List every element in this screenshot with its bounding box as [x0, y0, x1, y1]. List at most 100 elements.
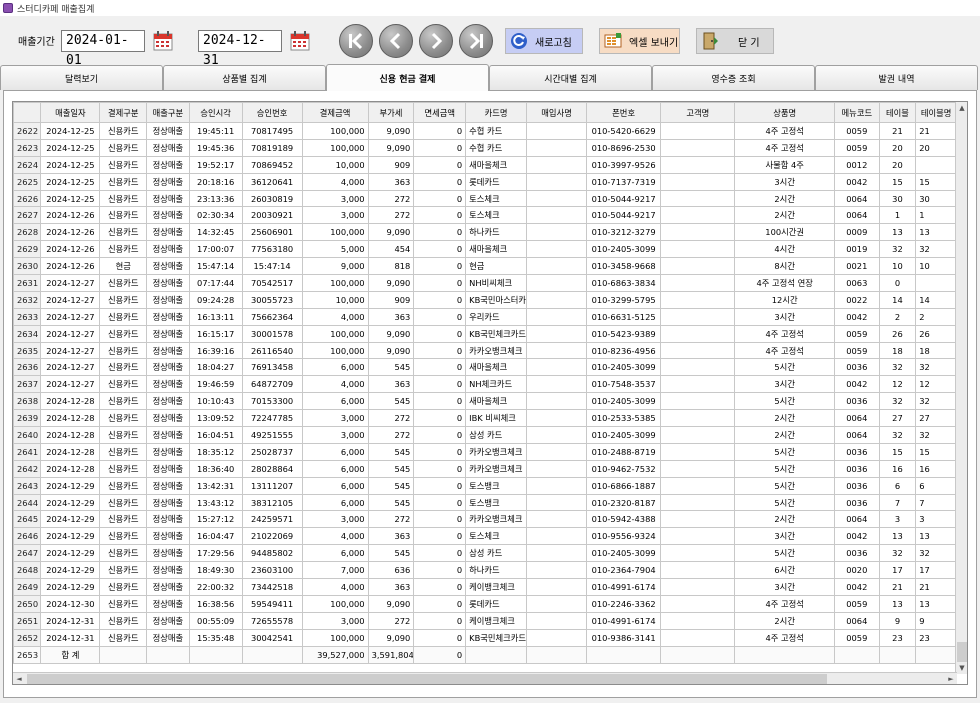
row-number[interactable]: 2647	[13, 544, 42, 563]
table-cell[interactable]: 363	[367, 375, 415, 394]
table-cell[interactable]: 6	[915, 476, 957, 495]
table-cell[interactable]: 0059	[833, 594, 880, 613]
table-cell[interactable]: 18	[878, 341, 917, 360]
table-cell[interactable]: 0	[413, 442, 467, 461]
table-cell[interactable]: 363	[367, 307, 415, 326]
table-cell[interactable]: 4주 고정석	[734, 594, 835, 613]
table-cell[interactable]: 토스뱅크	[465, 476, 528, 495]
table-cell[interactable]: 새마을체크	[465, 358, 528, 377]
row-number[interactable]: 2638	[13, 392, 42, 411]
table-cell[interactable]: 16:13:11	[188, 307, 243, 326]
table-cell[interactable]	[526, 189, 588, 208]
table-cell[interactable]: 2024-12-25	[40, 155, 101, 174]
table-cell[interactable]: 롯데카드	[465, 172, 528, 191]
table-cell[interactable]: 0	[413, 510, 467, 529]
table-cell[interactable]	[526, 578, 588, 596]
row-number[interactable]: 2637	[13, 375, 42, 394]
table-cell[interactable]: 4주 고정석	[734, 341, 835, 360]
column-header[interactable]: 매출일자	[40, 102, 101, 123]
table-cell[interactable]: 32	[878, 358, 917, 377]
table-cell[interactable]	[526, 527, 588, 546]
table-cell[interactable]	[526, 122, 588, 140]
table-cell[interactable]: 0	[413, 594, 467, 613]
table-cell[interactable]	[526, 290, 588, 309]
table-cell[interactable]: 272	[367, 611, 415, 630]
table-cell[interactable]: 4주 고정석	[734, 628, 835, 647]
table-cell[interactable]	[660, 290, 736, 309]
table-cell[interactable]: 하나카드	[465, 561, 528, 580]
table-row[interactable]: 2633 2024-12-27 신용카드 정상매출 16:13:11 75662364 4,…	[13, 307, 957, 326]
table-cell[interactable]: 0020	[833, 561, 880, 580]
table-cell[interactable]	[660, 206, 736, 225]
table-cell[interactable]: 18:49:30	[188, 561, 243, 580]
table-cell[interactable]: 6,000	[301, 544, 369, 563]
column-header[interactable]: 테이블명	[915, 102, 957, 123]
table-cell[interactable]: 0064	[833, 206, 880, 225]
table-cell[interactable]	[526, 172, 588, 191]
table-cell[interactable]	[526, 476, 588, 495]
table-cell[interactable]: 16:04:51	[188, 426, 243, 444]
table-cell[interactable]: 23	[915, 628, 957, 647]
table-cell[interactable]: 우리카드	[465, 307, 528, 326]
table-cell[interactable]: 32	[915, 426, 957, 444]
table-cell[interactable]: 02:30:34	[188, 206, 243, 225]
table-cell[interactable]: 38312105	[241, 493, 303, 512]
table-cell[interactable]: 사물함 4주	[734, 155, 835, 174]
table-cell[interactable]: 2024-12-29	[40, 578, 101, 596]
table-cell[interactable]: 17:29:56	[188, 544, 243, 563]
table-cell[interactable]: 010-2320-8187	[586, 493, 662, 512]
table-cell[interactable]: 2	[878, 307, 917, 326]
table-cell[interactable]: 12	[878, 375, 917, 394]
table-cell[interactable]: 2024-12-26	[40, 206, 101, 225]
table-cell[interactable]	[660, 611, 736, 630]
table-cell[interactable]: 23	[878, 628, 917, 647]
tab-calendar-view[interactable]: 달력보기	[0, 65, 163, 90]
table-cell[interactable]: 3	[878, 510, 917, 529]
table-cell[interactable]: 6	[878, 476, 917, 495]
table-cell[interactable]: 신용카드	[99, 307, 148, 326]
table-cell[interactable]: 2024-12-31	[40, 628, 101, 647]
table-cell[interactable]: 2024-12-28	[40, 392, 101, 411]
table-cell[interactable]: 신용카드	[99, 426, 148, 444]
table-cell[interactable]: 010-5942-4388	[586, 510, 662, 529]
table-cell[interactable]: 토스체크	[465, 189, 528, 208]
row-number[interactable]: 2650	[13, 594, 42, 613]
table-cell[interactable]: 14	[915, 290, 957, 309]
table-cell[interactable]: 7	[878, 493, 917, 512]
table-cell[interactable]: 0	[413, 138, 467, 157]
row-number[interactable]: 2634	[13, 324, 42, 343]
table-cell[interactable]: 4주 고정석 연장	[734, 274, 835, 292]
table-cell[interactable]: 010-9462-7532	[586, 459, 662, 478]
table-cell[interactable]: 정상매출	[146, 358, 190, 377]
table-cell[interactable]	[660, 172, 736, 191]
table-cell[interactable]: 4,000	[301, 527, 369, 546]
table-cell[interactable]: 12	[915, 375, 957, 394]
table-cell[interactable]	[660, 155, 736, 174]
column-header[interactable]: 승인시각	[188, 102, 243, 123]
table-cell[interactable]: 신용카드	[99, 561, 148, 580]
table-cell[interactable]: 010-3458-9668	[586, 257, 662, 276]
column-header[interactable]: 카드명	[465, 102, 528, 123]
table-cell[interactable]: 25606901	[241, 223, 303, 242]
table-cell[interactable]: 카카오뱅크체크	[465, 341, 528, 360]
table-cell[interactable]: 현금	[465, 257, 528, 276]
row-number[interactable]: 2649	[13, 578, 42, 596]
table-cell[interactable]: 010-5044-9217	[586, 189, 662, 208]
table-cell[interactable]	[526, 392, 588, 411]
table-cell[interactable]: 0	[413, 223, 467, 242]
table-cell[interactable]: 16:04:47	[188, 527, 243, 546]
table-cell[interactable]: 70819189	[241, 138, 303, 157]
table-cell[interactable]: 카카오뱅크체크	[465, 510, 528, 529]
table-cell[interactable]: 100,000	[301, 274, 369, 292]
row-number[interactable]: 2622	[13, 122, 42, 140]
table-cell[interactable]: 30055723	[241, 290, 303, 309]
table-cell[interactable]: 545	[367, 476, 415, 495]
table-cell[interactable]: 100,000	[301, 594, 369, 613]
table-cell[interactable]: 9,090	[367, 138, 415, 157]
row-number[interactable]: 2642	[13, 459, 42, 478]
table-cell[interactable]: 010-5420-6629	[586, 122, 662, 140]
table-cell[interactable]: 신용카드	[99, 341, 148, 360]
table-cell[interactable]: 3시간	[734, 578, 835, 596]
table-cell[interactable]: 2시간	[734, 611, 835, 630]
table-cell[interactable]	[660, 341, 736, 360]
